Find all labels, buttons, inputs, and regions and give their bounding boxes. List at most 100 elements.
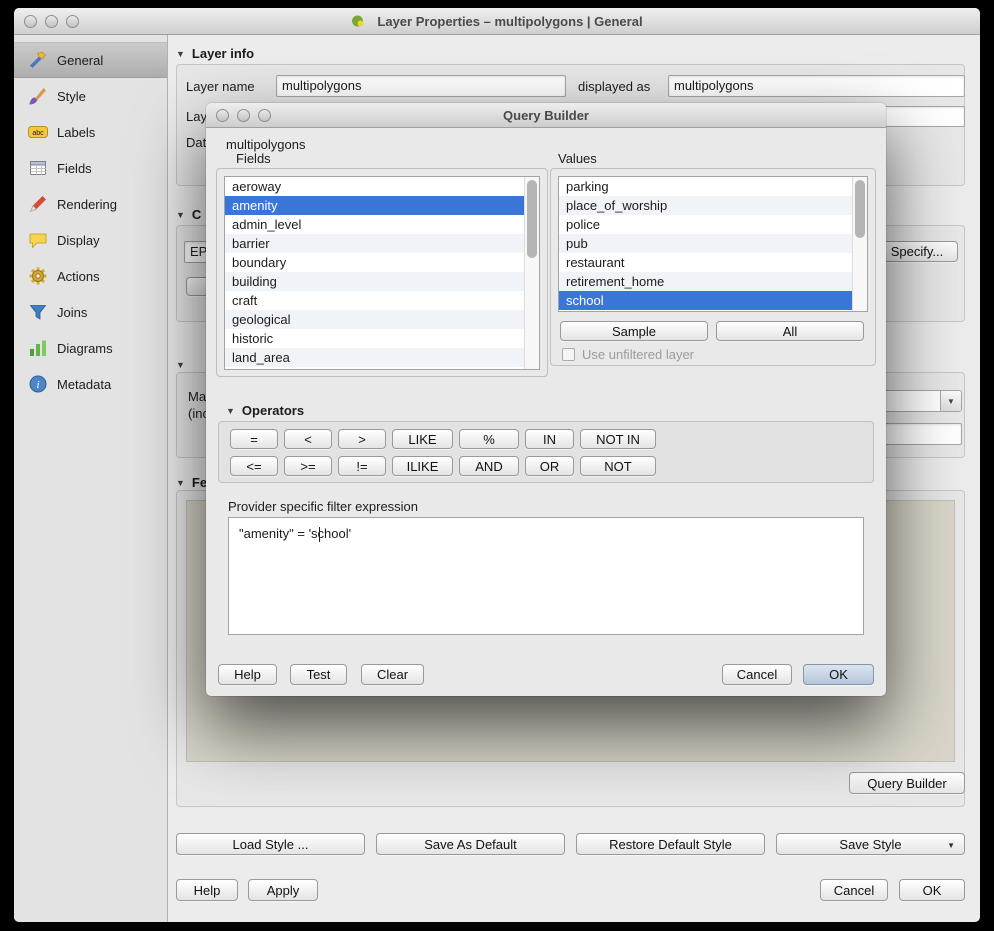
value-row[interactable]: restaurant [559,253,852,272]
operator-eq-button[interactable]: = [230,429,278,449]
value-row-selected[interactable]: school [559,291,852,310]
field-row[interactable]: admin_level [225,215,524,234]
operator-gt-button[interactable]: > [338,429,386,449]
dialog-ok-button[interactable]: OK [803,664,874,685]
dialog-titlebar[interactable]: Query Builder [206,103,886,128]
sidebar-item-style[interactable]: Style [14,78,167,114]
save-style-label: Save Style [839,837,901,852]
operator-not-in-button[interactable]: NOT IN [580,429,656,449]
cancel-button[interactable]: Cancel [820,879,888,901]
field-row[interactable]: land_area [225,348,524,367]
layer-info-section-title: Layer info [192,46,254,61]
sidebar-item-label: Style [57,89,86,104]
field-row-selected[interactable]: amenity [225,196,524,215]
apply-button[interactable]: Apply [248,879,318,901]
field-row[interactable]: craft [225,291,524,310]
sidebar-item-joins[interactable]: Joins [14,294,167,330]
window-titlebar[interactable]: Layer Properties – multipolygons | Gener… [14,8,980,35]
operator-like-button[interactable]: LIKE [392,429,453,449]
operator-not-button[interactable]: NOT [580,456,656,476]
sidebar-item-display[interactable]: Display [14,222,167,258]
operators-section-title: Operators [242,403,304,418]
layer-source-label: Lay [186,109,207,124]
svg-text:abc: abc [32,130,44,137]
layer-name-input[interactable]: multipolygons [276,75,566,97]
style-button-bar: Load Style ... Save As Default Restore D… [176,833,965,855]
sidebar-item-diagrams[interactable]: Diagrams [14,330,167,366]
filter-expression-text: "amenity" = 'school' [239,526,351,541]
operator-ne-button[interactable]: != [338,456,386,476]
operator-ge-button[interactable]: >= [284,456,332,476]
bar-chart-icon [28,338,48,358]
value-row[interactable]: police [559,215,852,234]
fields-scrollbar[interactable] [524,177,539,369]
disclosure-triangle-icon: ▼ [226,406,235,416]
field-row[interactable]: boundary [225,253,524,272]
window-title-text: Layer Properties – multipolygons | Gener… [377,14,642,29]
disclosure-triangle-icon: ▼ [176,49,185,59]
qgis-logo-icon [351,14,371,29]
field-row[interactable]: barrier [225,234,524,253]
value-row[interactable]: parking [559,177,852,196]
disclosure-triangle-icon: ▼ [176,478,185,488]
sidebar-item-label: Display [57,233,100,248]
values-scrollbar[interactable] [852,177,867,311]
operators-grid: = < > LIKE % IN NOT IN <= >= != ILIKE AN… [230,429,656,476]
table-icon [28,158,48,178]
dialog-cancel-button[interactable]: Cancel [722,664,792,685]
sidebar-item-label: Diagrams [57,341,113,356]
layer-info-section-header[interactable]: ▼ Layer info [176,46,254,61]
sidebar-item-metadata[interactable]: i Metadata [14,366,167,402]
value-row[interactable]: retirement_home [559,272,852,291]
scrollbar-thumb[interactable] [855,180,865,238]
value-row[interactable]: place_of_worship [559,196,852,215]
operators-section-header[interactable]: ▼ Operators [226,403,304,418]
dialog-clear-button[interactable]: Clear [361,664,424,685]
help-button[interactable]: Help [176,879,238,901]
save-style-menu-button[interactable]: Save Style▼ [776,833,965,855]
operator-or-button[interactable]: OR [525,456,574,476]
fields-list: aeroway amenity admin_level barrier boun… [224,176,540,370]
sidebar-item-labels[interactable]: abc Labels [14,114,167,150]
scrollbar-thumb[interactable] [527,180,537,258]
sidebar-item-label: Rendering [57,197,117,212]
save-as-default-button[interactable]: Save As Default [376,833,565,855]
operator-ilike-button[interactable]: ILIKE [392,456,453,476]
operator-in-button[interactable]: IN [525,429,574,449]
field-row[interactable]: geological [225,310,524,329]
fields-label: Fields [236,151,271,166]
field-row[interactable]: aeroway [225,177,524,196]
query-builder-button[interactable]: Query Builder [849,772,965,794]
scale-section-header[interactable]: ▼ [176,357,192,372]
sidebar-item-general[interactable]: General [14,42,167,78]
sidebar-item-actions[interactable]: Actions [14,258,167,294]
crs-section-header[interactable]: ▼C [176,207,201,222]
restore-default-style-button[interactable]: Restore Default Style [576,833,765,855]
filter-expression-textarea[interactable]: "amenity" = 'school' [228,517,864,635]
all-button[interactable]: All [716,321,864,341]
dialog-test-button[interactable]: Test [290,664,347,685]
specify-crs-button[interactable]: Specify... [876,241,958,262]
value-row[interactable]: pub [559,234,852,253]
operator-percent-button[interactable]: % [459,429,519,449]
use-unfiltered-layer-row: Use unfiltered layer [562,347,694,362]
gear-icon [28,266,48,286]
data-source-encoding-label: Dat [186,135,206,150]
sidebar-item-rendering[interactable]: Rendering [14,186,167,222]
wrench-hammer-icon [28,50,48,70]
dialog-help-button[interactable]: Help [218,664,277,685]
operator-lt-button[interactable]: < [284,429,332,449]
feature-subset-section-header[interactable]: ▼Fe [176,475,207,490]
displayed-as-input[interactable]: multipolygons [668,75,965,97]
sample-button[interactable]: Sample [560,321,708,341]
operator-and-button[interactable]: AND [459,456,519,476]
query-builder-dialog: Query Builder multipolygons Fields aerow… [206,103,886,696]
load-style-button[interactable]: Load Style ... [176,833,365,855]
sidebar-item-fields[interactable]: Fields [14,150,167,186]
field-row[interactable]: historic [225,329,524,348]
operator-le-button[interactable]: <= [230,456,278,476]
field-row[interactable]: building [225,272,524,291]
ok-button[interactable]: OK [899,879,965,901]
filter-expression-label: Provider specific filter expression [228,499,418,514]
checkbox-icon[interactable] [562,348,575,361]
